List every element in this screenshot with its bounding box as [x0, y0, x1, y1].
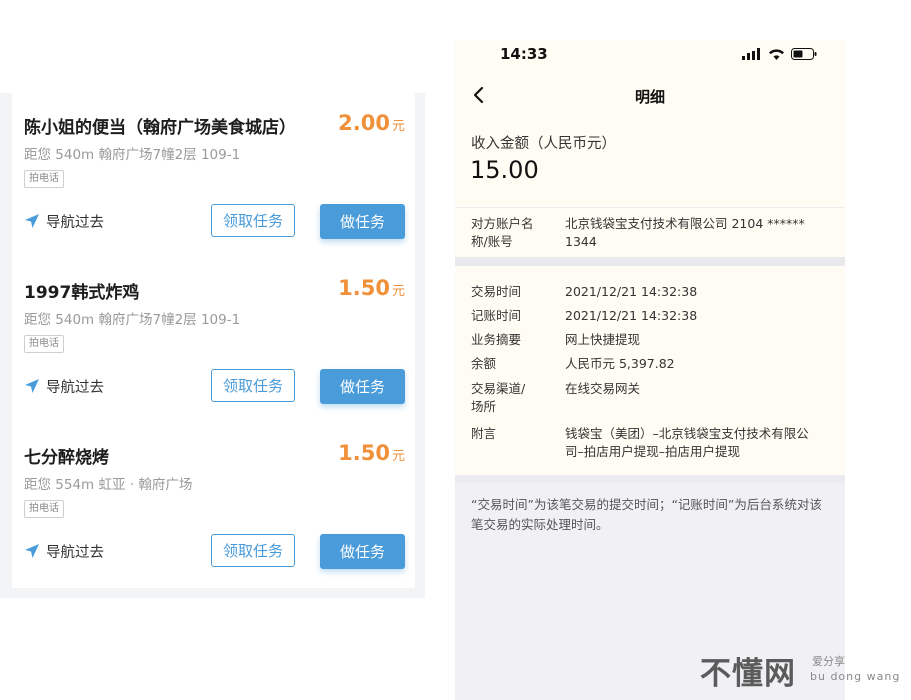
task-reward-unit: 元: [391, 284, 405, 299]
counterparty-label: 对方账户名称/账号: [471, 216, 534, 249]
task-address: 距您 540m 翰府广场7幢2层 109-1: [24, 312, 241, 328]
claim-task-button[interactable]: 领取任务: [211, 534, 295, 567]
watermark: 不懂网 爱分享 bu dong wang: [700, 648, 908, 698]
task-reward: 2.00 元: [338, 111, 405, 135]
do-task-button[interactable]: 做任务: [320, 534, 405, 569]
do-task-button[interactable]: 做任务: [320, 204, 405, 239]
task-item: 1997韩式炸鸡 1.50 元 距您 540m 翰府广场7幢2层 109-1 拍电…: [12, 258, 415, 423]
watermark-pinyin: bu dong wang: [810, 670, 901, 683]
channel-value: 在线交易网关: [565, 381, 641, 396]
battery-icon: [791, 48, 817, 60]
task-reward: 1.50 元: [338, 441, 405, 465]
navigation-arrow-icon: [25, 214, 39, 228]
task-reward-unit: 元: [391, 119, 405, 134]
status-bar-time: 14:33: [500, 45, 548, 63]
trade-time-label: 交易时间: [471, 284, 522, 299]
task-name: 七分醉烧烤: [24, 448, 109, 468]
navigate-label: 导航过去: [46, 379, 104, 396]
task-address: 距您 540m 翰府广场7幢2层 109-1: [24, 147, 241, 163]
posting-time-value: 2021/12/21 14:32:38: [565, 308, 698, 323]
remark-label: 附言: [471, 426, 497, 441]
task-reward-unit: 元: [391, 449, 405, 464]
status-bar-icons: [742, 48, 817, 60]
navigation-arrow-icon: [25, 379, 39, 393]
navigate-link[interactable]: 导航过去: [24, 540, 104, 562]
task-tag: 拍电话: [24, 170, 64, 188]
do-task-button[interactable]: 做任务: [320, 369, 405, 404]
summary-label: 业务摘要: [471, 332, 522, 347]
task-item: 七分醉烧烤 1.50 元 距您 554m 虹亚 · 翰府广场 拍电话 导航过去 领…: [12, 423, 415, 588]
navigate-link[interactable]: 导航过去: [24, 375, 104, 397]
navigate-link[interactable]: 导航过去: [24, 210, 104, 232]
page-title: 明细: [634, 88, 665, 106]
task-list: 陈小姐的便当（翰府广场美食城店） 2.00 元 距您 540m 翰府广场7幢2层 …: [12, 93, 415, 588]
task-item: 陈小姐的便当（翰府广场美食城店） 2.00 元 距您 540m 翰府广场7幢2层 …: [12, 93, 415, 258]
footnote-text: “交易时间”为该笔交易的提交时间；“记账时间”为后台系统对该笔交易的实际处理时间…: [471, 497, 822, 532]
balance-label: 余额: [471, 356, 497, 371]
trade-time-value: 2021/12/21 14:32:38: [565, 284, 698, 299]
divider: [455, 207, 845, 208]
task-tag: 拍电话: [24, 335, 64, 353]
counterparty-value: 北京钱袋宝支付技术有限公司 2104 ****** 1344: [565, 216, 805, 249]
remark-value: 钱袋宝（美团）–北京钱袋宝支付技术有限公司–拍店用户提现–拍店用户提现: [565, 426, 809, 459]
claim-task-button[interactable]: 领取任务: [211, 369, 295, 402]
section-separator: [455, 475, 845, 483]
balance-value: 人民币元 5,397.82: [565, 356, 675, 371]
task-list-panel: 陈小姐的便当（翰府广场美食城店） 2.00 元 距您 540m 翰府广场7幢2层 …: [0, 93, 425, 598]
navigate-label: 导航过去: [46, 214, 104, 231]
watermark-slogan: 爱分享: [812, 655, 845, 668]
navigate-label: 导航过去: [46, 544, 104, 561]
summary-value: 网上快捷提现: [565, 332, 641, 347]
claim-task-button[interactable]: 领取任务: [211, 204, 295, 237]
transaction-detail-screen: 14:33 明细 收入金额（人民币元） 15.00 对方账户名称/账号 北京钱袋…: [455, 40, 845, 700]
task-name: 陈小姐的便当（翰府广场美食城店）: [24, 118, 296, 138]
wifi-icon: [769, 49, 784, 60]
task-name: 1997韩式炸鸡: [24, 283, 140, 303]
task-reward-amount: 2.00: [338, 111, 390, 135]
posting-time-label: 记账时间: [471, 308, 522, 323]
task-reward: 1.50 元: [338, 276, 405, 300]
signal-icon: [742, 48, 760, 60]
amount-label: 收入金额（人民币元）: [471, 136, 616, 152]
section-separator: [455, 257, 845, 266]
task-tag: 拍电话: [24, 500, 64, 518]
task-reward-amount: 1.50: [338, 276, 390, 300]
task-reward-amount: 1.50: [338, 441, 390, 465]
amount-value: 15.00: [470, 156, 539, 184]
task-address: 距您 554m 虹亚 · 翰府广场: [24, 477, 193, 493]
navigation-arrow-icon: [25, 544, 39, 558]
channel-label: 交易渠道/场所: [471, 381, 526, 414]
watermark-logo: 不懂网: [700, 656, 796, 692]
